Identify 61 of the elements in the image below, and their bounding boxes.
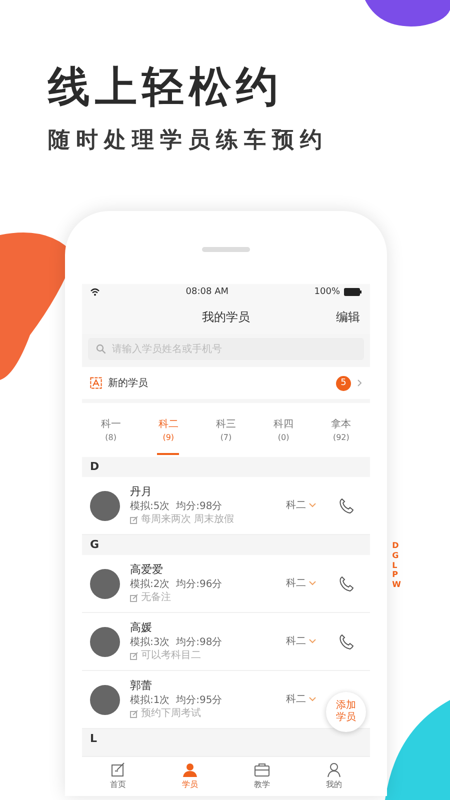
- student-stats: 模拟:2次 均分:96分: [130, 578, 222, 592]
- avatar-placeholder: [90, 626, 120, 657]
- student-stats: 模拟:3次 均分:98分: [130, 636, 222, 650]
- subject-dropdown[interactable]: 科二: [286, 576, 316, 592]
- caret-down-icon: [309, 503, 316, 508]
- phone-icon[interactable]: [338, 498, 354, 514]
- note-icon: [130, 710, 138, 718]
- index-letter[interactable]: P: [392, 570, 401, 580]
- student-name: 丹月: [130, 484, 153, 500]
- wifi-icon: [90, 288, 100, 296]
- student-row[interactable]: 高爱爱 模拟:2次 均分:96分 无备注 科二: [82, 555, 370, 614]
- student-stats: 模拟:1次 均分:95分: [130, 694, 222, 708]
- note-icon: [130, 516, 138, 524]
- person-icon: [182, 762, 198, 778]
- speaker-slot: [202, 247, 250, 252]
- search-icon: [96, 344, 106, 354]
- new-students-row[interactable]: 新的学员 5: [82, 367, 370, 400]
- index-letter[interactable]: L: [392, 560, 401, 570]
- student-note: 可以考科目二: [141, 649, 201, 663]
- contact-card-icon: [90, 377, 102, 390]
- student-row[interactable]: 高媛 模拟:3次 均分:98分 可以考科目二 科二: [82, 613, 370, 672]
- edit-link[interactable]: 编辑: [336, 308, 360, 326]
- battery-icon: [344, 288, 362, 296]
- briefcase-icon: [254, 762, 270, 778]
- caret-down-icon: [309, 697, 316, 702]
- subject-dropdown[interactable]: 科二: [286, 692, 316, 708]
- subject-dropdown[interactable]: 科二: [286, 634, 316, 650]
- chevron-right-icon: [357, 379, 362, 388]
- avatar-placeholder: [90, 684, 120, 715]
- index-letter[interactable]: W: [392, 580, 401, 590]
- student-row[interactable]: 丹月 模拟:5次 均分:98分 每周来两次 周末放假 科二: [82, 477, 370, 536]
- new-students-label: 新的学员: [108, 376, 148, 391]
- index-letter[interactable]: G: [392, 550, 401, 561]
- headline: 线上轻松约: [48, 62, 284, 112]
- index-letter[interactable]: D: [392, 541, 401, 551]
- avatar-placeholder: [90, 490, 120, 521]
- status-time: 08:08 AM: [186, 286, 228, 299]
- caret-down-icon: [309, 639, 316, 644]
- student-note: 无备注: [141, 591, 171, 605]
- section-letter: L: [89, 731, 98, 748]
- student-name: 高媛: [130, 620, 153, 636]
- phone-icon[interactable]: [338, 634, 354, 650]
- caret-down-icon: [309, 581, 316, 586]
- avatar-placeholder: [90, 568, 120, 599]
- section-letter: G: [89, 537, 100, 554]
- student-name: 高爱爱: [130, 562, 164, 578]
- section-letter: D: [89, 459, 100, 476]
- phone-icon[interactable]: [338, 576, 354, 592]
- note-icon: [130, 594, 138, 602]
- screen-title: 我的学员: [202, 309, 250, 326]
- battery-percent: 100%: [314, 286, 340, 299]
- person-outline-icon: [326, 762, 342, 778]
- student-stats: 模拟:5次 均分:98分: [130, 500, 224, 514]
- student-note: 预约下周考试: [141, 707, 201, 721]
- edit-icon: [110, 762, 126, 778]
- count-badge: 5: [336, 376, 351, 391]
- subheadline: 随时处理学员练车预约: [48, 127, 329, 156]
- student-note: 每周来两次 周末放假: [141, 513, 234, 527]
- note-icon: [130, 652, 138, 660]
- subject-dropdown[interactable]: 科二: [286, 498, 316, 514]
- student-name: 郭蕾: [130, 678, 153, 694]
